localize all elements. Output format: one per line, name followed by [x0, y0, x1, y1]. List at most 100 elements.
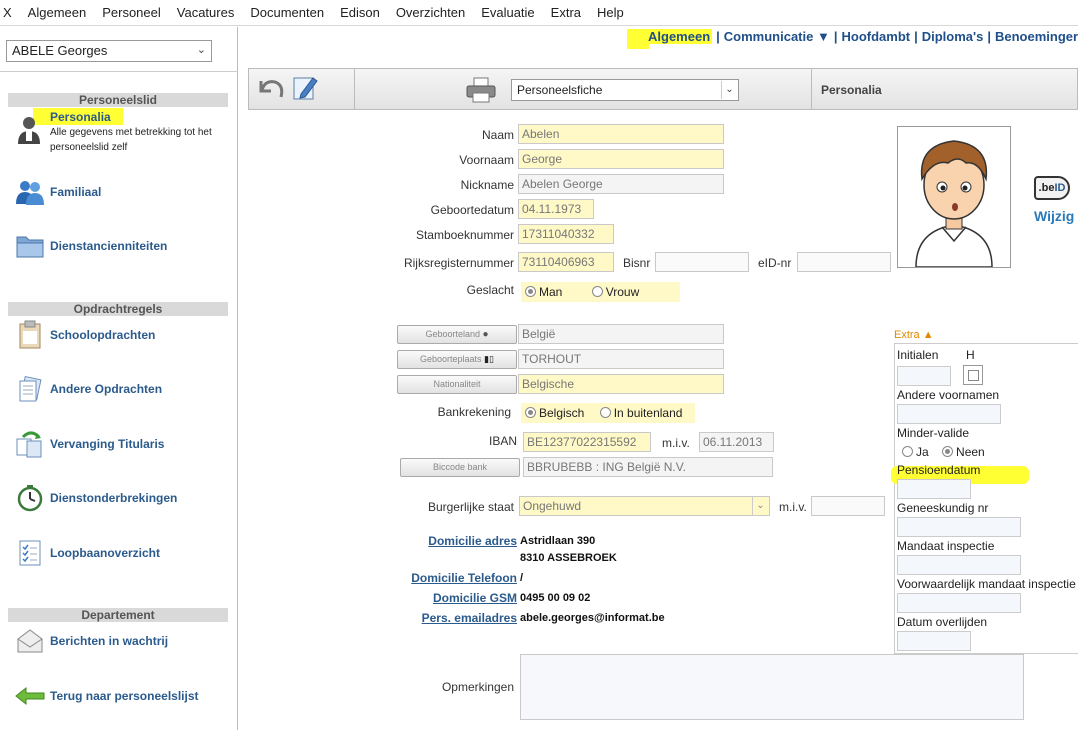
sidebar-item-label: Familiaal [50, 185, 102, 199]
rijksregisternummer-field[interactable]: 73110406963 [518, 252, 614, 272]
sidebar-item-label: Vervanging Titularis [50, 437, 165, 451]
print-icon[interactable] [465, 76, 497, 107]
radio-ja[interactable]: Ja [902, 445, 929, 459]
emailadres-value: abele.georges@informat.be [520, 612, 665, 624]
bankrekening-radio-group: Belgisch In buitenland [521, 403, 695, 423]
menu-personeel[interactable]: Personeel [94, 5, 169, 20]
topnav-communicatie[interactable]: Communicatie ▼ [724, 29, 830, 44]
sidebar-item-label: Berichten in wachtrij [50, 634, 169, 648]
eid-field[interactable] [797, 252, 891, 272]
biccode-button[interactable]: Biccode bank [400, 458, 520, 477]
emailadres-link[interactable]: Pers. emailadres [422, 611, 517, 625]
sidebar-item-label: Dienstancienniteiten [50, 239, 168, 253]
voorwaardelijk-mandaat-label: Voorwaardelijk mandaat inspectie [897, 577, 1076, 591]
sidebar-item-personalia[interactable]: Personalia [50, 110, 111, 124]
radio-man[interactable]: Man [525, 285, 562, 299]
radio-button[interactable] [942, 446, 954, 457]
radio-button[interactable] [525, 407, 536, 418]
h-checkbox[interactable] [968, 370, 979, 381]
sidebar-item-familiaal[interactable]: Familiaal [14, 176, 234, 208]
topnav-hoofdambt[interactable]: Hoofdambt [841, 29, 910, 44]
menu-evaluatie[interactable]: Evaluatie [473, 5, 542, 20]
sidebar-item-dienstancienniteiten[interactable]: Dienstancienniteiten [14, 230, 234, 262]
voorwaardelijk-mandaat-field[interactable] [897, 593, 1021, 613]
sidebar-item-loopbaanoverzicht[interactable]: Loopbaanoverzicht [14, 537, 234, 569]
initialen-field[interactable] [897, 366, 951, 386]
radio-belgisch[interactable]: Belgisch [525, 406, 584, 420]
stamboeknummer-field[interactable]: 17311040332 [518, 224, 614, 244]
wijzig-link[interactable]: Wijzig [1034, 208, 1074, 224]
naam-label: Naam [481, 128, 514, 142]
domicilie-telefoon-value: / [520, 572, 524, 584]
extra-toggle[interactable]: Extra ▲ [894, 329, 934, 341]
clock-icon [14, 482, 46, 514]
mandaat-inspectie-label: Mandaat inspectie [897, 539, 995, 553]
sidebar-item-schoolopdrachten[interactable]: Schoolopdrachten [14, 319, 234, 351]
fiche-select[interactable]: Personeelsfiche ⌄ [511, 79, 739, 101]
domicilie-telefoon-link[interactable]: Domicilie Telefoon [411, 571, 517, 585]
domicilie-gsm-link[interactable]: Domicilie GSM [433, 591, 517, 605]
domicilie-adres-link[interactable]: Domicilie adres [428, 534, 517, 548]
radio-vrouw[interactable]: Vrouw [591, 285, 640, 299]
geboorteland-field[interactable]: België [518, 324, 724, 344]
geboortedatum-field[interactable]: 04.11.1973 [518, 199, 594, 219]
geboorteland-button[interactable]: Geboorteland ● [397, 325, 517, 344]
geboorteplaats-button[interactable]: Geboorteplaats ▮▯ [397, 350, 517, 369]
menu-vacatures[interactable]: Vacatures [169, 5, 243, 20]
undo-icon[interactable] [255, 75, 287, 106]
radio-button[interactable] [591, 286, 603, 297]
datum-overlijden-field[interactable] [897, 631, 971, 651]
menu-edison[interactable]: Edison [332, 5, 388, 20]
pensioendatum-label: Pensioendatum [897, 463, 981, 477]
bisnr-field[interactable] [655, 252, 749, 272]
eid-card-icon[interactable]: .beID [1034, 176, 1070, 200]
menu-overzichten[interactable]: Overzichten [388, 5, 473, 20]
burgerlijke-staat-select[interactable]: Ongehuwd ⌄ [519, 496, 770, 516]
geneeskundig-nr-field[interactable] [897, 517, 1021, 537]
sidebar-item-terug[interactable]: Terug naar personeelslijst [14, 680, 234, 712]
radio-neen[interactable]: Neen [942, 445, 985, 459]
bic-field[interactable]: BBRUBEBB : ING België N.V. [523, 457, 773, 477]
menu-close[interactable]: X [0, 5, 20, 20]
person-select-value: ABELE Georges [12, 43, 108, 58]
menu-extra[interactable]: Extra [543, 5, 589, 20]
personalia-desc-line1: Alle gegevens met betrekking tot het [50, 127, 212, 138]
naam-field[interactable]: Abelen [518, 124, 724, 144]
radio-label: In buitenland [613, 406, 683, 420]
voornaam-field[interactable]: George [518, 149, 724, 169]
sidebar-item-berichten[interactable]: Berichten in wachtrij [14, 625, 234, 657]
mandaat-inspectie-field[interactable] [897, 555, 1021, 575]
nationaliteit-button[interactable]: Nationaliteit [397, 375, 517, 394]
nationaliteit-field[interactable]: Belgische [518, 374, 724, 394]
burgerlijke-staat-miv-field[interactable] [811, 496, 885, 516]
topnav-diplomas[interactable]: Diploma's [922, 29, 984, 44]
iban-miv-field[interactable]: 06.11.2013 [699, 432, 774, 452]
menu-documenten[interactable]: Documenten [242, 5, 332, 20]
opmerkingen-textarea[interactable] [520, 654, 1024, 720]
radio-button[interactable] [599, 407, 611, 418]
radio-buitenland[interactable]: In buitenland [599, 406, 683, 420]
andere-voornamen-field[interactable] [897, 404, 1001, 424]
edit-icon[interactable] [291, 74, 319, 105]
flag-icon: ▮▯ [484, 354, 494, 364]
geslacht-radio-group: Man Vrouw [521, 282, 680, 302]
sidebar: ABELE Georges ⌄ Personeelslid Personalia… [0, 27, 238, 730]
sidebar-item-vervanging-titularis[interactable]: Vervanging Titularis [14, 428, 234, 460]
sidebar-item-andere-opdrachten[interactable]: Andere Opdrachten [14, 373, 234, 405]
radio-label: Vrouw [605, 285, 640, 299]
h-label: H [966, 348, 975, 362]
iban-field[interactable]: BE12377022315592 [523, 432, 651, 452]
geboorteplaats-field[interactable]: TORHOUT [518, 349, 724, 369]
topnav-benoemingen[interactable]: Benoeminger [995, 29, 1078, 44]
person-select[interactable]: ABELE Georges ⌄ [6, 40, 212, 62]
menu-algemeen[interactable]: Algemeen [20, 5, 95, 20]
menu-help[interactable]: Help [589, 5, 632, 20]
section-header-departement: Departement [8, 608, 228, 622]
pensioendatum-field[interactable] [897, 479, 971, 499]
nickname-field[interactable]: Abelen George [518, 174, 724, 194]
sidebar-item-label: Terug naar personeelslijst [50, 689, 199, 703]
topnav-algemeen[interactable]: Algemeen [646, 28, 713, 44]
radio-button[interactable] [902, 446, 913, 457]
sidebar-item-dienstonderbrekingen[interactable]: Dienstonderbrekingen [14, 482, 234, 514]
radio-button[interactable] [525, 286, 536, 297]
